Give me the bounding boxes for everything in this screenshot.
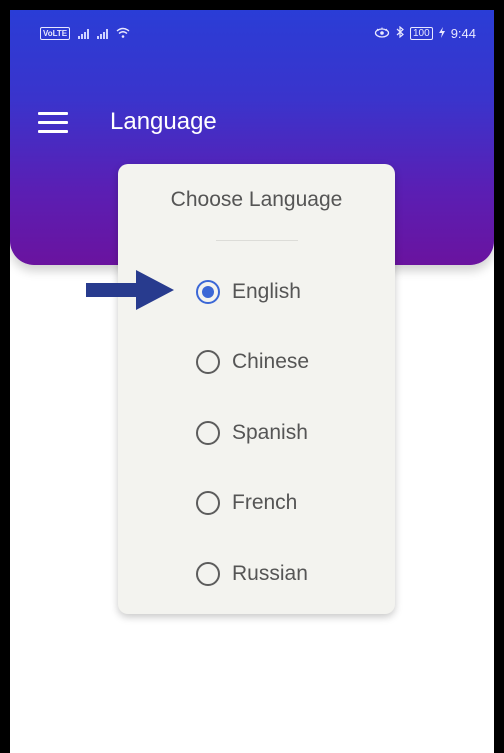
option-french[interactable]: French xyxy=(196,486,297,520)
radio-icon[interactable] xyxy=(196,562,220,586)
dialog-title: Choose Language xyxy=(170,188,343,211)
hamburger-menu-icon[interactable] xyxy=(36,110,70,136)
charging-icon xyxy=(438,26,445,41)
option-russian[interactable]: Russian xyxy=(196,557,308,591)
status-bar-right: 100 9:44 xyxy=(374,25,476,41)
option-label: Chinese xyxy=(232,350,310,373)
option-label: English xyxy=(232,280,301,303)
signal-icon xyxy=(78,28,90,39)
phone-screen: VoLTE 100 9:44 Language Choose Language … xyxy=(0,0,504,753)
status-bar-left: VoLTE xyxy=(40,26,130,41)
option-english[interactable]: English xyxy=(196,275,301,309)
radio-icon[interactable] xyxy=(196,491,220,515)
eye-icon xyxy=(374,26,390,41)
option-label: French xyxy=(232,491,298,514)
volte-badge: VoLTE xyxy=(40,27,71,40)
wifi-icon xyxy=(116,26,130,41)
clock: 9:44 xyxy=(450,26,476,41)
arrow-right-icon xyxy=(86,268,176,317)
battery-icon: 100 xyxy=(410,27,433,40)
language-dialog: Choose Language English Chinese Spanish … xyxy=(118,164,395,614)
option-spanish[interactable]: Spanish xyxy=(196,416,308,450)
option-chinese[interactable]: Chinese xyxy=(196,345,309,379)
option-label: Russian xyxy=(232,562,308,585)
bluetooth-icon xyxy=(396,25,404,41)
signal-icon-2 xyxy=(97,28,109,39)
option-label: Spanish xyxy=(232,421,308,444)
status-bar: VoLTE 100 9:44 xyxy=(10,10,494,56)
radio-icon[interactable] xyxy=(196,350,220,374)
page-title: Language xyxy=(110,108,217,135)
toolbar: Language xyxy=(10,98,494,146)
dialog-divider xyxy=(216,240,298,241)
radio-icon[interactable] xyxy=(196,421,220,445)
radio-icon-checked[interactable] xyxy=(196,280,220,304)
